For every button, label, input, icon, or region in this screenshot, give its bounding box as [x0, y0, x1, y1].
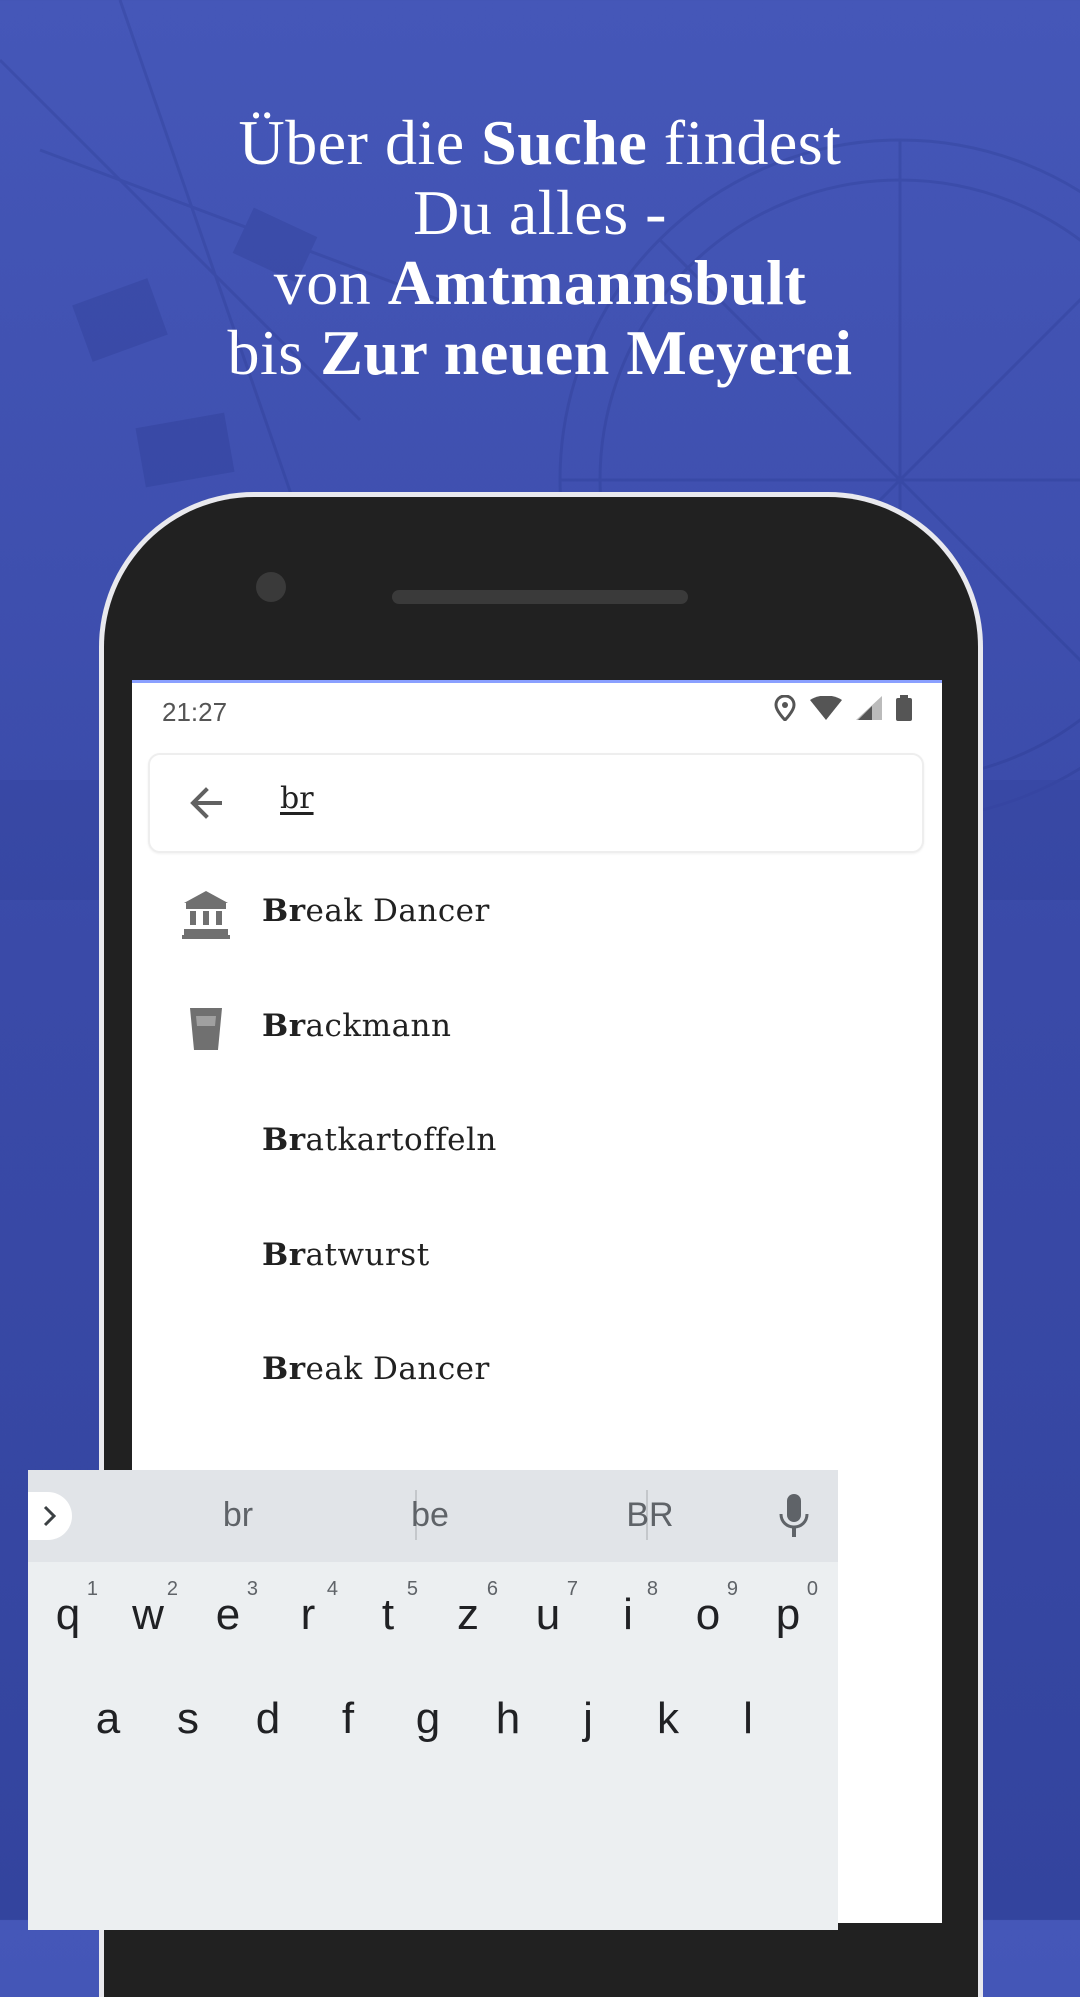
key-s[interactable]: s [148, 1694, 228, 1744]
key-h[interactable]: h [468, 1694, 548, 1744]
search-input[interactable]: br [280, 781, 314, 816]
key-o[interactable]: o9 [668, 1562, 748, 1662]
key-j[interactable]: j [548, 1694, 628, 1744]
key-d[interactable]: d [228, 1694, 308, 1744]
suggestion-3[interactable]: BR [550, 1496, 750, 1535]
suggestion-2[interactable]: be [330, 1496, 530, 1535]
microphone-icon[interactable] [774, 1492, 814, 1542]
key-w[interactable]: w2 [108, 1562, 188, 1662]
key-f[interactable]: f [308, 1694, 388, 1744]
wifi-icon [810, 696, 842, 720]
carousel-icon [182, 891, 230, 939]
key-g[interactable]: g [388, 1694, 468, 1744]
key-z[interactable]: z6 [428, 1562, 508, 1662]
search-bar[interactable]: br [148, 753, 924, 853]
glass-icon [190, 1007, 222, 1050]
status-time: 21:27 [162, 697, 228, 727]
status-bar: 21:27 [132, 683, 942, 735]
key-u[interactable]: u7 [508, 1562, 588, 1662]
key-k[interactable]: k [628, 1694, 708, 1744]
phone-camera [256, 572, 286, 602]
result-item[interactable]: Break Dancer [132, 1315, 942, 1430]
result-item[interactable]: Bratwurst [132, 1201, 942, 1316]
key-t[interactable]: t5 [348, 1562, 428, 1662]
chevron-right-icon [43, 1505, 57, 1527]
suggestion-bar: br be BR [28, 1470, 838, 1562]
arrow-left-icon[interactable] [186, 783, 226, 823]
key-q[interactable]: q1 [28, 1562, 108, 1662]
key-l[interactable]: l [708, 1694, 788, 1744]
location-icon [774, 695, 796, 721]
promo-headline: Über die Suche findest Du alles - von Am… [227, 107, 853, 388]
result-item[interactable]: Break Dancer [132, 857, 942, 972]
suggestion-1[interactable]: br [138, 1496, 338, 1535]
key-i[interactable]: i8 [588, 1562, 668, 1662]
soft-keyboard: br be BR q1 w2 e3 r4 t5 z6 u7 i8 o9 p0 a… [28, 1470, 838, 1930]
result-item[interactable]: Bratkartoffeln [132, 1086, 942, 1201]
key-a[interactable]: a [68, 1694, 148, 1744]
key-e[interactable]: e3 [188, 1562, 268, 1662]
phone-speaker [392, 590, 688, 604]
result-item[interactable]: Brackmann [132, 972, 942, 1087]
battery-icon [896, 695, 912, 721]
keyboard-row-1: q1 w2 e3 r4 t5 z6 u7 i8 o9 p0 [28, 1562, 838, 1662]
key-r[interactable]: r4 [268, 1562, 348, 1662]
keyboard-row-2: a s d f g h j k l [28, 1682, 838, 1762]
key-p[interactable]: p0 [748, 1562, 828, 1662]
signal-icon [856, 696, 882, 720]
expand-toolbar-button[interactable] [28, 1492, 72, 1540]
